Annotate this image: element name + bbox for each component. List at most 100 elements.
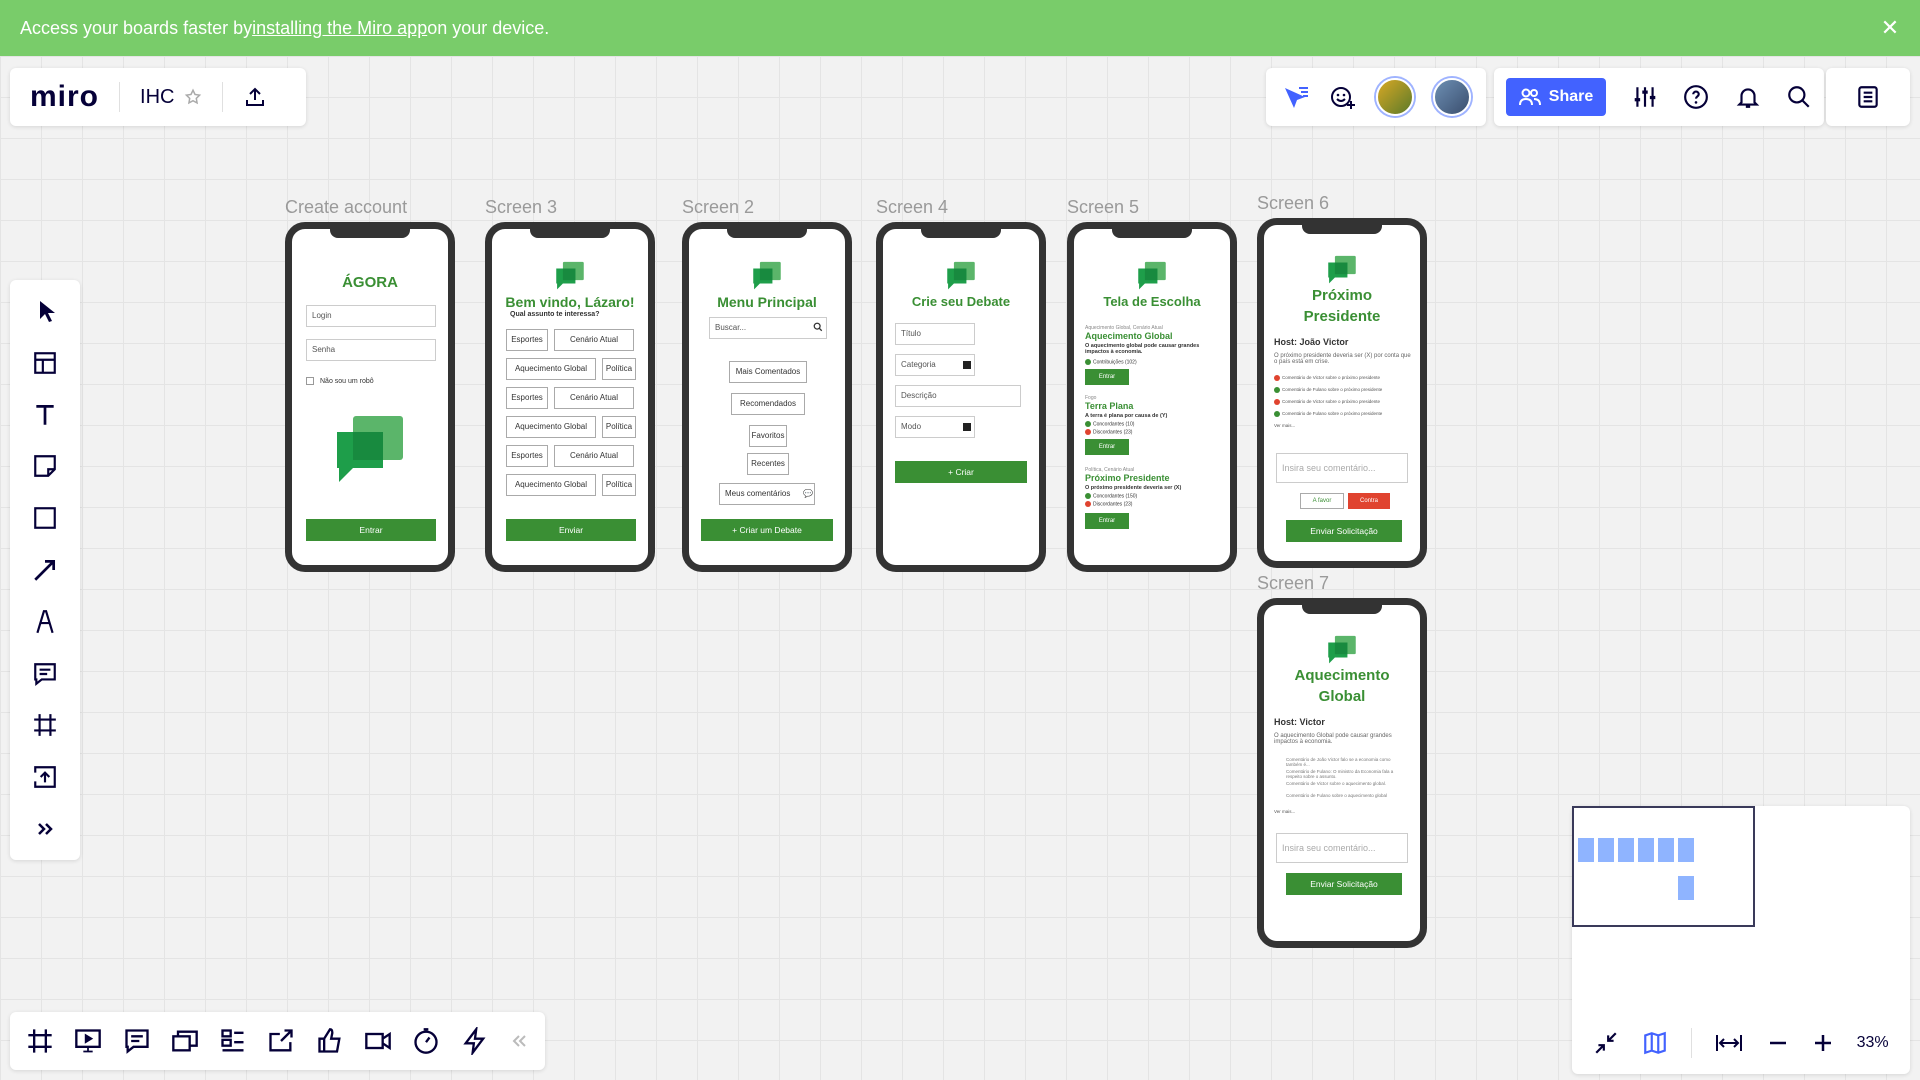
against-button[interactable]: Contra <box>1348 493 1390 509</box>
search-icon[interactable] <box>813 322 823 332</box>
user-avatar[interactable] <box>1432 78 1471 116</box>
more-tools-icon[interactable] <box>23 808 67 850</box>
board-name[interactable]: IHC <box>140 86 174 109</box>
presentation-icon[interactable] <box>74 1027 102 1055</box>
password-field[interactable]: Senha <box>306 339 436 361</box>
phone-mockup-screen-4[interactable]: Crie seu Debate Título Categoria Descriç… <box>876 222 1046 572</box>
in-favor-button[interactable]: A favor <box>1300 493 1344 509</box>
voting-thumbs-up-icon[interactable] <box>316 1027 344 1055</box>
collaborator-avatar[interactable] <box>1375 78 1414 116</box>
text-tool-icon[interactable] <box>23 394 67 436</box>
topic-tag[interactable]: Cenário Atual <box>554 329 634 351</box>
title-field[interactable]: Título <box>895 323 975 345</box>
minimap-toggle-icon[interactable] <box>1642 1030 1668 1056</box>
menu-item-recommended[interactable]: Recomendados <box>731 393 805 415</box>
miro-logo[interactable]: miro <box>30 80 99 114</box>
notes-list-icon[interactable] <box>1855 84 1881 110</box>
comments-panel-icon[interactable] <box>123 1027 151 1055</box>
comment-input[interactable]: Insira seu comentário... <box>1276 833 1408 863</box>
chevron-down-icon[interactable] <box>963 423 971 431</box>
frame-label-screen-7[interactable]: Screen 7 <box>1257 573 1329 594</box>
frames-icon[interactable] <box>26 1027 54 1055</box>
pen-icon[interactable] <box>23 601 67 643</box>
install-app-link[interactable]: installing the Miro app <box>252 18 427 39</box>
notifications-bell-icon[interactable] <box>1735 84 1761 110</box>
help-icon[interactable] <box>1683 84 1709 110</box>
phone-mockup-create-account[interactable]: ÁGORA Login Senha Não sou um robô Entrar <box>285 222 455 572</box>
frame-label-screen-6[interactable]: Screen 6 <box>1257 193 1329 214</box>
chevron-down-icon[interactable] <box>963 361 971 369</box>
menu-item-favorites[interactable]: Favoritos <box>749 425 787 447</box>
menu-item-most-commented[interactable]: Mais Comentados <box>729 361 807 383</box>
send-request-button[interactable]: Enviar Solicitação <box>1286 873 1402 895</box>
phone-mockup-screen-7[interactable]: Aquecimento Global Host: Victor O aqueci… <box>1257 598 1427 948</box>
zoom-in-icon[interactable] <box>1812 1032 1834 1054</box>
fit-to-screen-icon[interactable] <box>1593 1030 1619 1056</box>
comment-icon[interactable] <box>23 653 67 695</box>
menu-item-recent[interactable]: Recentes <box>747 453 789 475</box>
cards-icon[interactable] <box>171 1027 199 1055</box>
templates-icon[interactable] <box>23 342 67 384</box>
frame-label-screen-5[interactable]: Screen 5 <box>1067 197 1139 218</box>
topic-tag[interactable]: Política <box>602 416 636 438</box>
share-screen-icon[interactable] <box>267 1027 295 1055</box>
fit-width-icon[interactable] <box>1714 1032 1744 1054</box>
frame-icon[interactable] <box>23 704 67 746</box>
topic-tag[interactable]: Política <box>602 358 636 380</box>
upload-icon[interactable] <box>23 756 67 798</box>
kanban-icon[interactable] <box>219 1027 247 1055</box>
export-icon[interactable] <box>243 85 267 109</box>
phone-mockup-screen-5[interactable]: Tela de Escolha Aquecimento Global, Cená… <box>1067 222 1237 572</box>
bring-to-me-icon[interactable] <box>1282 84 1310 110</box>
zoom-out-icon[interactable] <box>1767 1032 1789 1054</box>
phone-mockup-screen-3[interactable]: Bem vindo, Lázaro! Qual assunto te inter… <box>485 222 655 572</box>
frame-label-screen-2[interactable]: Screen 2 <box>682 197 754 218</box>
share-button[interactable]: Share <box>1506 78 1606 116</box>
create-debate-button[interactable]: + Criar um Debate <box>701 519 833 541</box>
frame-label-screen-4[interactable]: Screen 4 <box>876 197 948 218</box>
select-cursor-icon[interactable] <box>23 290 67 332</box>
description-field[interactable]: Descrição <box>895 385 1021 407</box>
frame-label-create-account[interactable]: Create account <box>285 197 407 218</box>
comment-input[interactable]: Insira seu comentário... <box>1276 453 1408 483</box>
see-more-link[interactable]: Ver mais... <box>1274 809 1295 814</box>
connection-line-icon[interactable] <box>23 549 67 591</box>
activity-lightning-icon[interactable] <box>461 1027 489 1055</box>
sticky-note-icon[interactable] <box>23 445 67 487</box>
collapse-toolbar-icon[interactable] <box>509 1031 529 1051</box>
phone-mockup-screen-6[interactable]: Próximo Presidente Host: João Victor O p… <box>1257 218 1427 568</box>
video-call-icon[interactable] <box>364 1027 392 1055</box>
star-icon[interactable] <box>184 88 202 106</box>
timer-icon[interactable] <box>412 1027 440 1055</box>
search-icon[interactable] <box>1786 84 1812 110</box>
create-button[interactable]: + Criar <box>895 461 1027 483</box>
frame-label-screen-3[interactable]: Screen 3 <box>485 197 557 218</box>
topic-tag[interactable]: Cenário Atual <box>554 387 634 409</box>
topic-tag[interactable]: Aquecimento Global <box>506 416 596 438</box>
shape-rectangle-icon[interactable] <box>23 497 67 539</box>
topic-tag[interactable]: Esportes <box>506 387 548 409</box>
topic-tag[interactable]: Esportes <box>506 445 548 467</box>
send-button[interactable]: Enviar <box>506 519 636 541</box>
send-request-button[interactable]: Enviar Solicitação <box>1286 520 1402 542</box>
settings-sliders-icon[interactable] <box>1632 84 1658 110</box>
topic-tag[interactable]: Esportes <box>506 329 548 351</box>
captcha-checkbox[interactable] <box>306 377 314 385</box>
enter-topic-button[interactable]: Entrar <box>1085 369 1129 385</box>
minimap-viewport[interactable] <box>1572 806 1755 927</box>
reactions-icon[interactable] <box>1329 83 1357 111</box>
enter-topic-button[interactable]: Entrar <box>1085 439 1129 455</box>
enter-topic-button[interactable]: Entrar <box>1085 513 1129 529</box>
search-field[interactable]: Buscar... <box>709 317 827 339</box>
enter-button[interactable]: Entrar <box>306 519 436 541</box>
close-banner-button[interactable]: ✕ <box>1876 14 1904 42</box>
topic-tag[interactable]: Aquecimento Global <box>506 474 596 496</box>
topic-tag[interactable]: Política <box>602 474 636 496</box>
phone-mockup-screen-2[interactable]: Menu Principal Buscar... Mais Comentados… <box>682 222 852 572</box>
login-field[interactable]: Login <box>306 305 436 327</box>
minimap[interactable]: 33% <box>1572 806 1910 1074</box>
zoom-level[interactable]: 33% <box>1857 1034 1889 1052</box>
topic-tag[interactable]: Cenário Atual <box>554 445 634 467</box>
captcha-row[interactable]: Não sou um robô <box>306 377 374 385</box>
see-more-link[interactable]: Ver mais... <box>1274 423 1295 428</box>
